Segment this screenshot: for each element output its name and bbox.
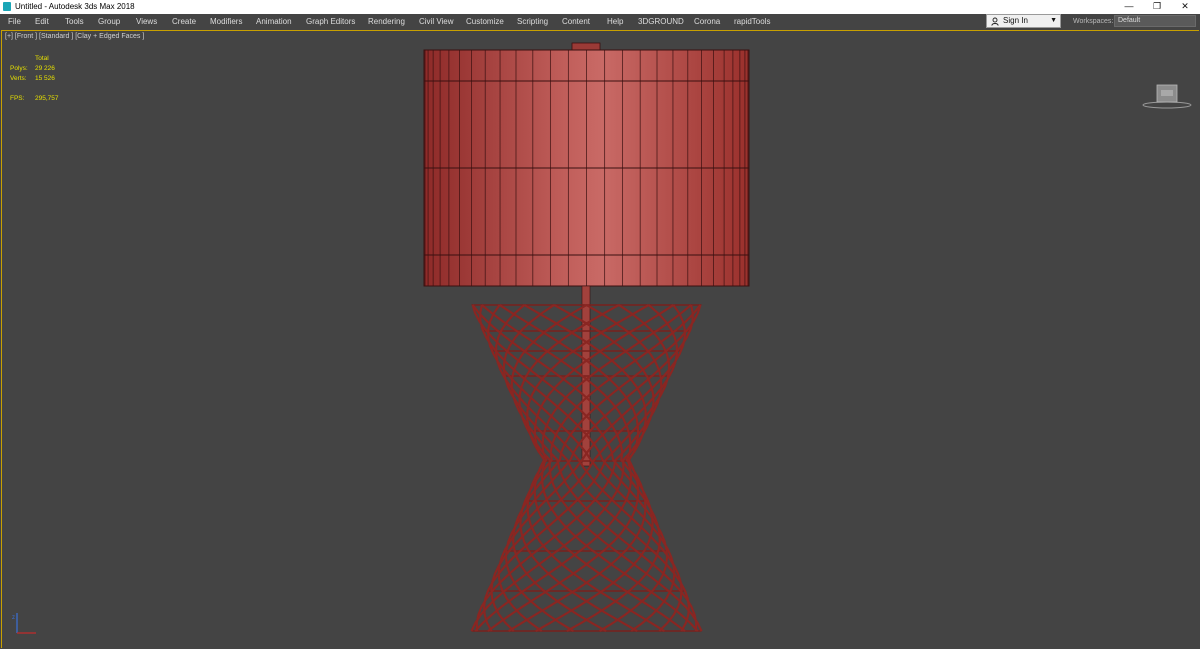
- sign-in-label: Sign In: [1003, 16, 1028, 25]
- menu-3dground[interactable]: 3DGROUND: [638, 14, 684, 29]
- svg-text:z: z: [12, 615, 15, 621]
- menu-group[interactable]: Group: [98, 14, 120, 29]
- menu-modifiers[interactable]: Modifiers: [210, 14, 242, 29]
- front-viewport[interactable]: [+] [Front ] [Standard ] [Clay + Edged F…: [1, 30, 1199, 648]
- menu-customize[interactable]: Customize: [466, 14, 504, 29]
- menu-rapidtools[interactable]: rapidTools: [734, 14, 770, 29]
- lamp-model[interactable]: [2, 31, 1198, 647]
- menu-content[interactable]: Content: [562, 14, 590, 29]
- minimize-button[interactable]: —: [1115, 0, 1143, 14]
- axis-tripod-icon: z: [12, 613, 36, 634]
- title-bar: Untitled - Autodesk 3ds Max 2018 — ❐ ✕: [0, 0, 1200, 14]
- sign-in-dropdown[interactable]: Sign In ▼: [986, 14, 1061, 28]
- menu-file[interactable]: File: [8, 14, 21, 29]
- menu-scripting[interactable]: Scripting: [517, 14, 548, 29]
- chevron-down-icon: ▼: [1050, 17, 1057, 24]
- menu-tools[interactable]: Tools: [65, 14, 84, 29]
- app-icon: [3, 2, 11, 11]
- menu-rendering[interactable]: Rendering: [368, 14, 405, 29]
- user-icon: [991, 17, 999, 26]
- menu-views[interactable]: Views: [136, 14, 157, 29]
- maximize-button[interactable]: ❐: [1143, 0, 1171, 14]
- menu-animation[interactable]: Animation: [256, 14, 292, 29]
- workspaces-value: Default: [1118, 17, 1141, 24]
- menu-help[interactable]: Help: [607, 14, 623, 29]
- workspaces-label: Workspaces:: [1073, 18, 1114, 25]
- menu-edit[interactable]: Edit: [35, 14, 49, 29]
- close-button[interactable]: ✕: [1171, 0, 1199, 14]
- menu-corona[interactable]: Corona: [694, 14, 720, 29]
- menu-create[interactable]: Create: [172, 14, 196, 29]
- menu-graph-editors[interactable]: Graph Editors: [306, 14, 355, 29]
- window-title: Untitled - Autodesk 3ds Max 2018: [15, 2, 135, 11]
- lamp-shade: [423, 49, 750, 287]
- workspaces-select[interactable]: Default: [1114, 15, 1196, 27]
- menu-civil-view[interactable]: Civil View: [419, 14, 454, 29]
